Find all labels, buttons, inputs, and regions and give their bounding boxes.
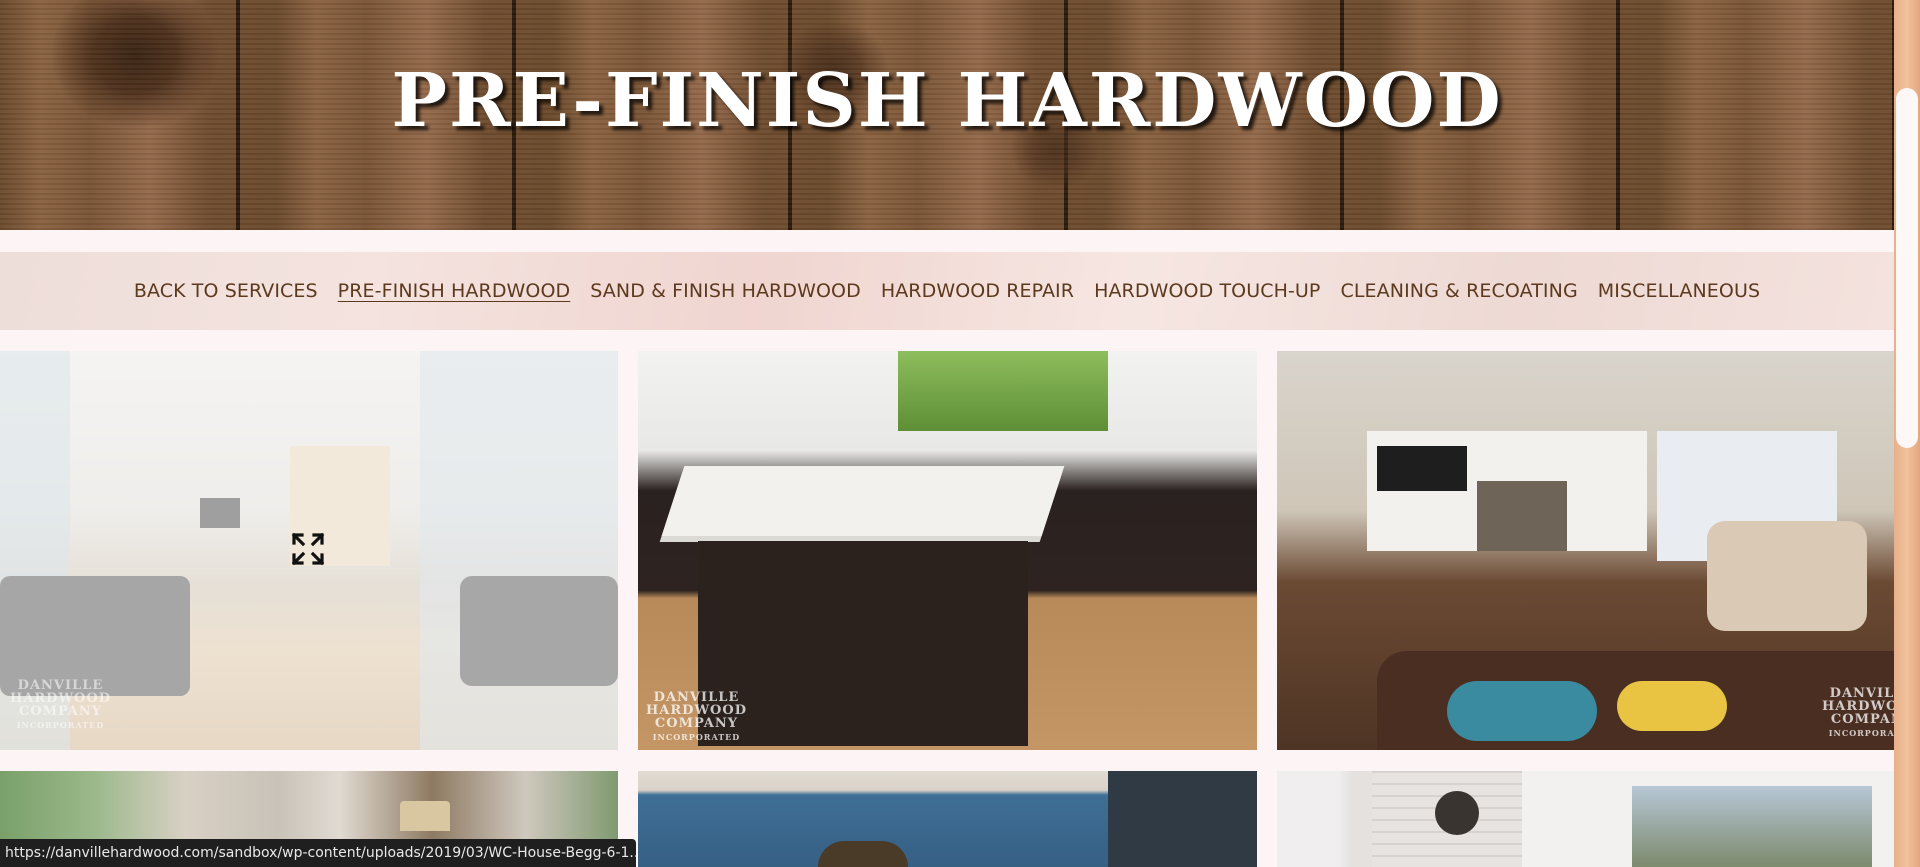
nav-hardwood-repair[interactable]: HARDWOOD REPAIR <box>881 280 1074 302</box>
photo-detail <box>1707 521 1867 631</box>
gallery-item[interactable] <box>1277 771 1895 867</box>
photo-detail <box>400 801 450 831</box>
watermark-logo: DANVILLEHARDWOODCOMPANYINCORPORATED <box>1822 686 1895 738</box>
photo-detail <box>898 351 1108 431</box>
scrollbar[interactable] <box>1894 0 1920 867</box>
status-bar-url: https://danvillehardwood.com/sandbox/wp-… <box>0 839 636 867</box>
gallery-item[interactable]: DANVILLEHARDWOODCOMPANYINCORPORATED <box>0 351 618 750</box>
nav-miscellaneous[interactable]: MISCELLANEOUS <box>1598 280 1760 302</box>
nav-hardwood-touch-up[interactable]: HARDWOOD TOUCH-UP <box>1094 280 1320 302</box>
photo-detail <box>1617 681 1727 731</box>
watermark-logo: DANVILLEHARDWOODCOMPANYINCORPORATED <box>10 678 111 730</box>
photo-detail <box>1632 786 1872 867</box>
watermark-logo: DANVILLEHARDWOODCOMPANYINCORPORATED <box>646 690 747 742</box>
photo-detail <box>1108 771 1257 867</box>
page-title: PRE-FINISH HARDWOOD <box>391 58 1503 144</box>
photo-detail <box>698 541 1028 746</box>
gallery-item[interactable]: DANVILLEHARDWOODCOMPANYINCORPORATED <box>638 351 1257 750</box>
photo-detail <box>1447 681 1597 741</box>
gallery-item[interactable] <box>638 771 1257 867</box>
scrollbar-thumb[interactable] <box>1896 88 1918 448</box>
nav-back-to-services[interactable]: BACK TO SERVICES <box>134 280 318 302</box>
nav-sand-finish-hardwood[interactable]: SAND & FINISH HARDWOOD <box>590 280 861 302</box>
nav-pre-finish-hardwood[interactable]: PRE-FINISH HARDWOOD <box>338 280 571 302</box>
photo-detail <box>818 841 908 867</box>
photo-detail <box>1377 446 1467 491</box>
photo-detail <box>661 466 1065 536</box>
photo-detail <box>1477 481 1567 551</box>
expand-icon[interactable] <box>290 531 326 567</box>
header-banner: PRE-FINISH HARDWOOD <box>0 0 1894 230</box>
nav-cleaning-recoating[interactable]: CLEANING & RECOATING <box>1341 280 1578 302</box>
services-nav: BACK TO SERVICES PRE-FINISH HARDWOOD SAN… <box>0 252 1894 330</box>
gallery-item[interactable]: DANVILLEHARDWOODCOMPANYINCORPORATED <box>1277 351 1895 750</box>
photo-detail <box>1435 791 1479 835</box>
